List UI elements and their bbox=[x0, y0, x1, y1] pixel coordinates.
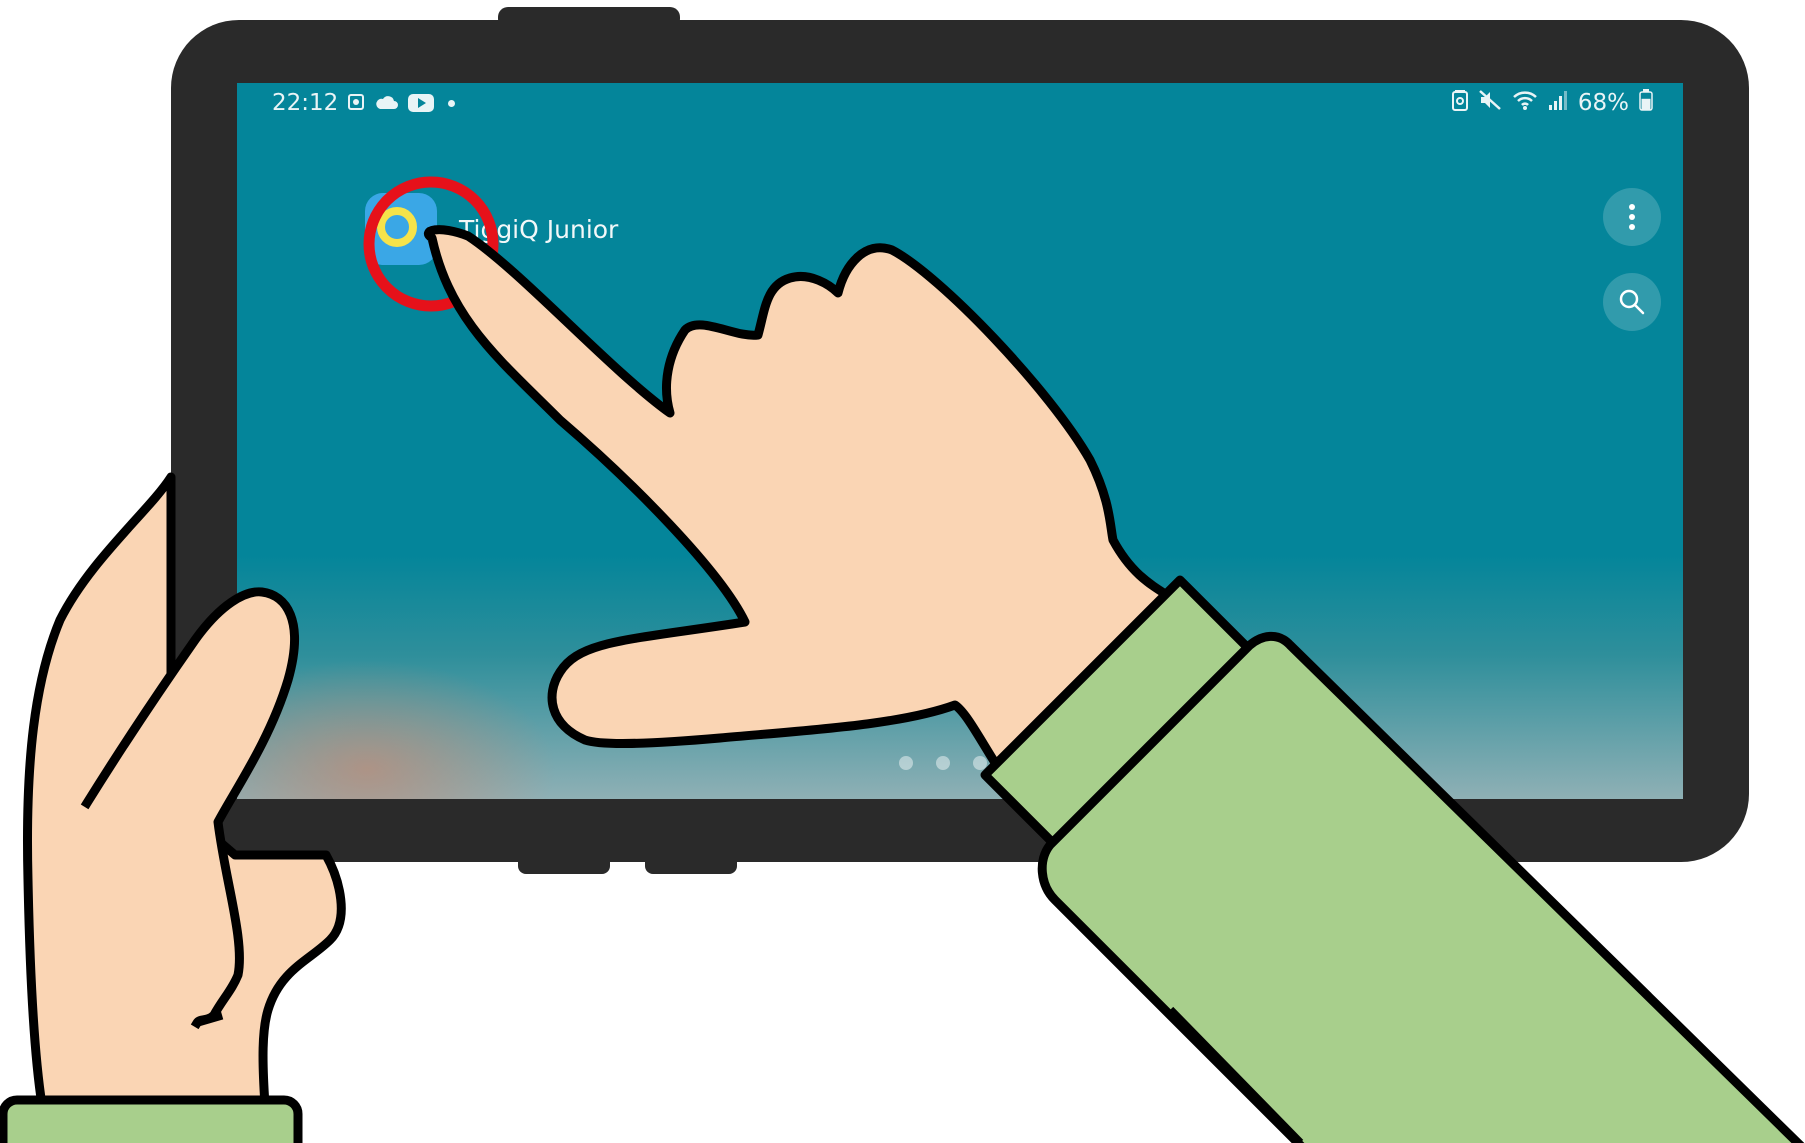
right-sleeve bbox=[980, 575, 1805, 1143]
right-pointing-hand bbox=[423, 225, 1805, 1143]
hands-illustration bbox=[0, 225, 1805, 1143]
left-sleeve bbox=[0, 1095, 303, 1143]
left-hand bbox=[0, 472, 346, 1143]
